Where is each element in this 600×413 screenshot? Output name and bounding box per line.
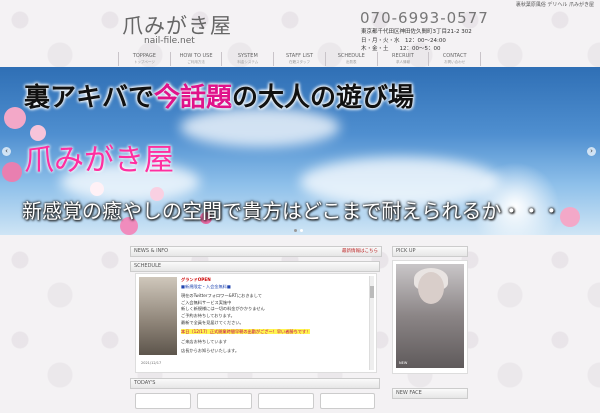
nav-sub: ご利用方法 (187, 60, 205, 64)
pickup-bar-label: PICK UP (396, 248, 416, 254)
hero-headline-highlight: 今話題 (154, 83, 233, 113)
open-title: グランドOPEN (181, 277, 211, 282)
new-face-bar-label: NEW FACE (396, 390, 422, 396)
schedule-bar-label: SCHEDULE (134, 263, 162, 269)
promo-line: 新しく新規様には一切の料金がかかりません (181, 306, 265, 312)
nav-sub: 料金システム (237, 60, 259, 64)
nav-sub: 求人情報 (395, 60, 410, 64)
news-bar: NEWS & INFO 最新情報はこちら (130, 246, 382, 257)
slider-dot-2[interactable] (300, 229, 303, 232)
scrollbar-thumb[interactable] (370, 286, 374, 298)
new-face-bar: NEW FACE (392, 388, 468, 399)
nav-item-schedule[interactable]: SCHEDULE 出勤表 (324, 52, 377, 66)
slider-prev-button[interactable]: ‹ (2, 147, 11, 156)
phone-number[interactable]: 070-6993-0577 (360, 9, 489, 27)
global-nav: TOPPAGE トップページ HOW TO USE ご利用方法 SYSTEM 料金シス… (118, 52, 482, 66)
news-bar-label: NEWS & INFO (134, 248, 169, 254)
today-cards (130, 389, 380, 413)
hero-tagline: 新感覚の癒やしの空間で貴方はどこまで耐えられるか・・・ (22, 199, 562, 223)
slider-next-button[interactable]: › (587, 147, 596, 156)
hero-flower (2, 162, 22, 182)
logo-domain: nail-file.net (144, 36, 195, 46)
schedule-scroll-box[interactable]: 2021/12/17 グランドOPEN ■新規限定・入会金無料■ 現在のTwit… (135, 273, 377, 373)
hero-headline-post: の大人の遊び場 (232, 83, 415, 113)
today-panel: TODAY'S (130, 378, 380, 413)
nav-sub: お問い合わせ (444, 60, 466, 64)
hero-slider[interactable]: 裏アキバで今話題の大人の遊び場 爪みがき屋 新感覚の癒やしの空間で貴方はどこまで… (0, 67, 600, 235)
hero-flower (560, 207, 580, 227)
promo-line: 最新で全員を見届けてください。 (181, 319, 244, 325)
hero-flower (90, 182, 104, 196)
schedule-photo: 2021/12/17 (139, 277, 177, 365)
site-logo[interactable]: 爪みがき屋 nail-file.net (122, 8, 232, 50)
schedule-text: グランドOPEN ■新規限定・入会金無料■ 現在のTwitterフォロワー&RT… (181, 277, 331, 355)
news-more-link[interactable]: 最新情報はこちら (342, 247, 378, 256)
nav-item-system[interactable]: SYSTEM 料金システム (221, 52, 273, 66)
schedule-panel: SCHEDULE 2021/12/17 グランドOPEN ■新規限定・入会金無料… (130, 261, 380, 375)
hero-headline-pre: 裏アキバで (24, 83, 155, 113)
promo-line: 店長からお知らせいたします。 (181, 348, 240, 354)
today-bar-label: TODAY'S (134, 380, 156, 386)
pickup-bar: PICK UP (392, 246, 468, 257)
promo-line: 現在のTwitterフォロワー&RTにおきまして (181, 293, 262, 299)
nav-item-recruit[interactable]: RECRUIT 求人情報 (376, 52, 429, 66)
side-column: PICK UP NEW (392, 246, 468, 374)
today-card[interactable] (258, 393, 314, 409)
today-card[interactable] (319, 393, 375, 409)
nav-item-how-to-use[interactable]: HOW TO USE ご利用方法 (169, 52, 222, 66)
nav-item-contact[interactable]: CONTACT お問い合わせ (428, 52, 482, 66)
nav-sub: 在籍スタッフ (289, 60, 311, 64)
slider-dot-1[interactable] (294, 229, 297, 232)
pickup-photo[interactable]: NEW (396, 264, 464, 368)
schedule-scrollbar[interactable] (369, 276, 374, 370)
new-face-panel: NEW FACE (392, 388, 468, 399)
nav-sub: 出勤表 (345, 60, 357, 64)
schedule-bar: SCHEDULE (130, 261, 380, 272)
photo-face (418, 272, 444, 304)
promo-line: ■新規限定・入会金無料■ (181, 283, 231, 289)
top-note: 裏秋葉原風俗 デリヘル 爪みがき屋 (515, 2, 594, 8)
hero-shop-name: 爪みがき屋 (24, 143, 174, 178)
slider-dots (294, 229, 303, 232)
shop-address: 東京都千代田区神田佐久間町3丁目21-2 302 日・月・火・水 12：00〜2… (361, 28, 472, 54)
hero-flower (4, 107, 26, 129)
highlight-notice: 本日（12/17）正式開業時間早朝の出勤がござー！早い者勝ちです！ (181, 329, 311, 335)
address-line: 東京都千代田区神田佐久間町3丁目21-2 302 (361, 29, 472, 35)
schedule-photo-caption: 2021/12/17 (141, 361, 162, 365)
pickup-caption: NEW (399, 361, 408, 365)
hero-headline: 裏アキバで今話題の大人の遊び場 (24, 77, 414, 114)
today-card[interactable] (196, 393, 252, 409)
hours-line-weekday: 日・月・火・水 12：00〜24:00 (361, 37, 446, 44)
nav-item-staff-list[interactable]: STAFF LIST 在籍スタッフ (273, 52, 325, 66)
main-column: NEWS & INFO 最新情報はこちら SCHEDULE 2021/12/17… (130, 246, 382, 409)
promo-line: ご来店お待ちしています (181, 338, 227, 344)
pickup-panel[interactable]: NEW (392, 260, 468, 374)
promo-line: ご予約お待ちしております。 (181, 312, 235, 318)
today-card[interactable] (135, 393, 191, 409)
nav-item-top[interactable]: TOPPAGE トップページ (118, 52, 170, 66)
nav-sub: トップページ (133, 60, 155, 64)
today-bar: TODAY'S (130, 378, 380, 389)
